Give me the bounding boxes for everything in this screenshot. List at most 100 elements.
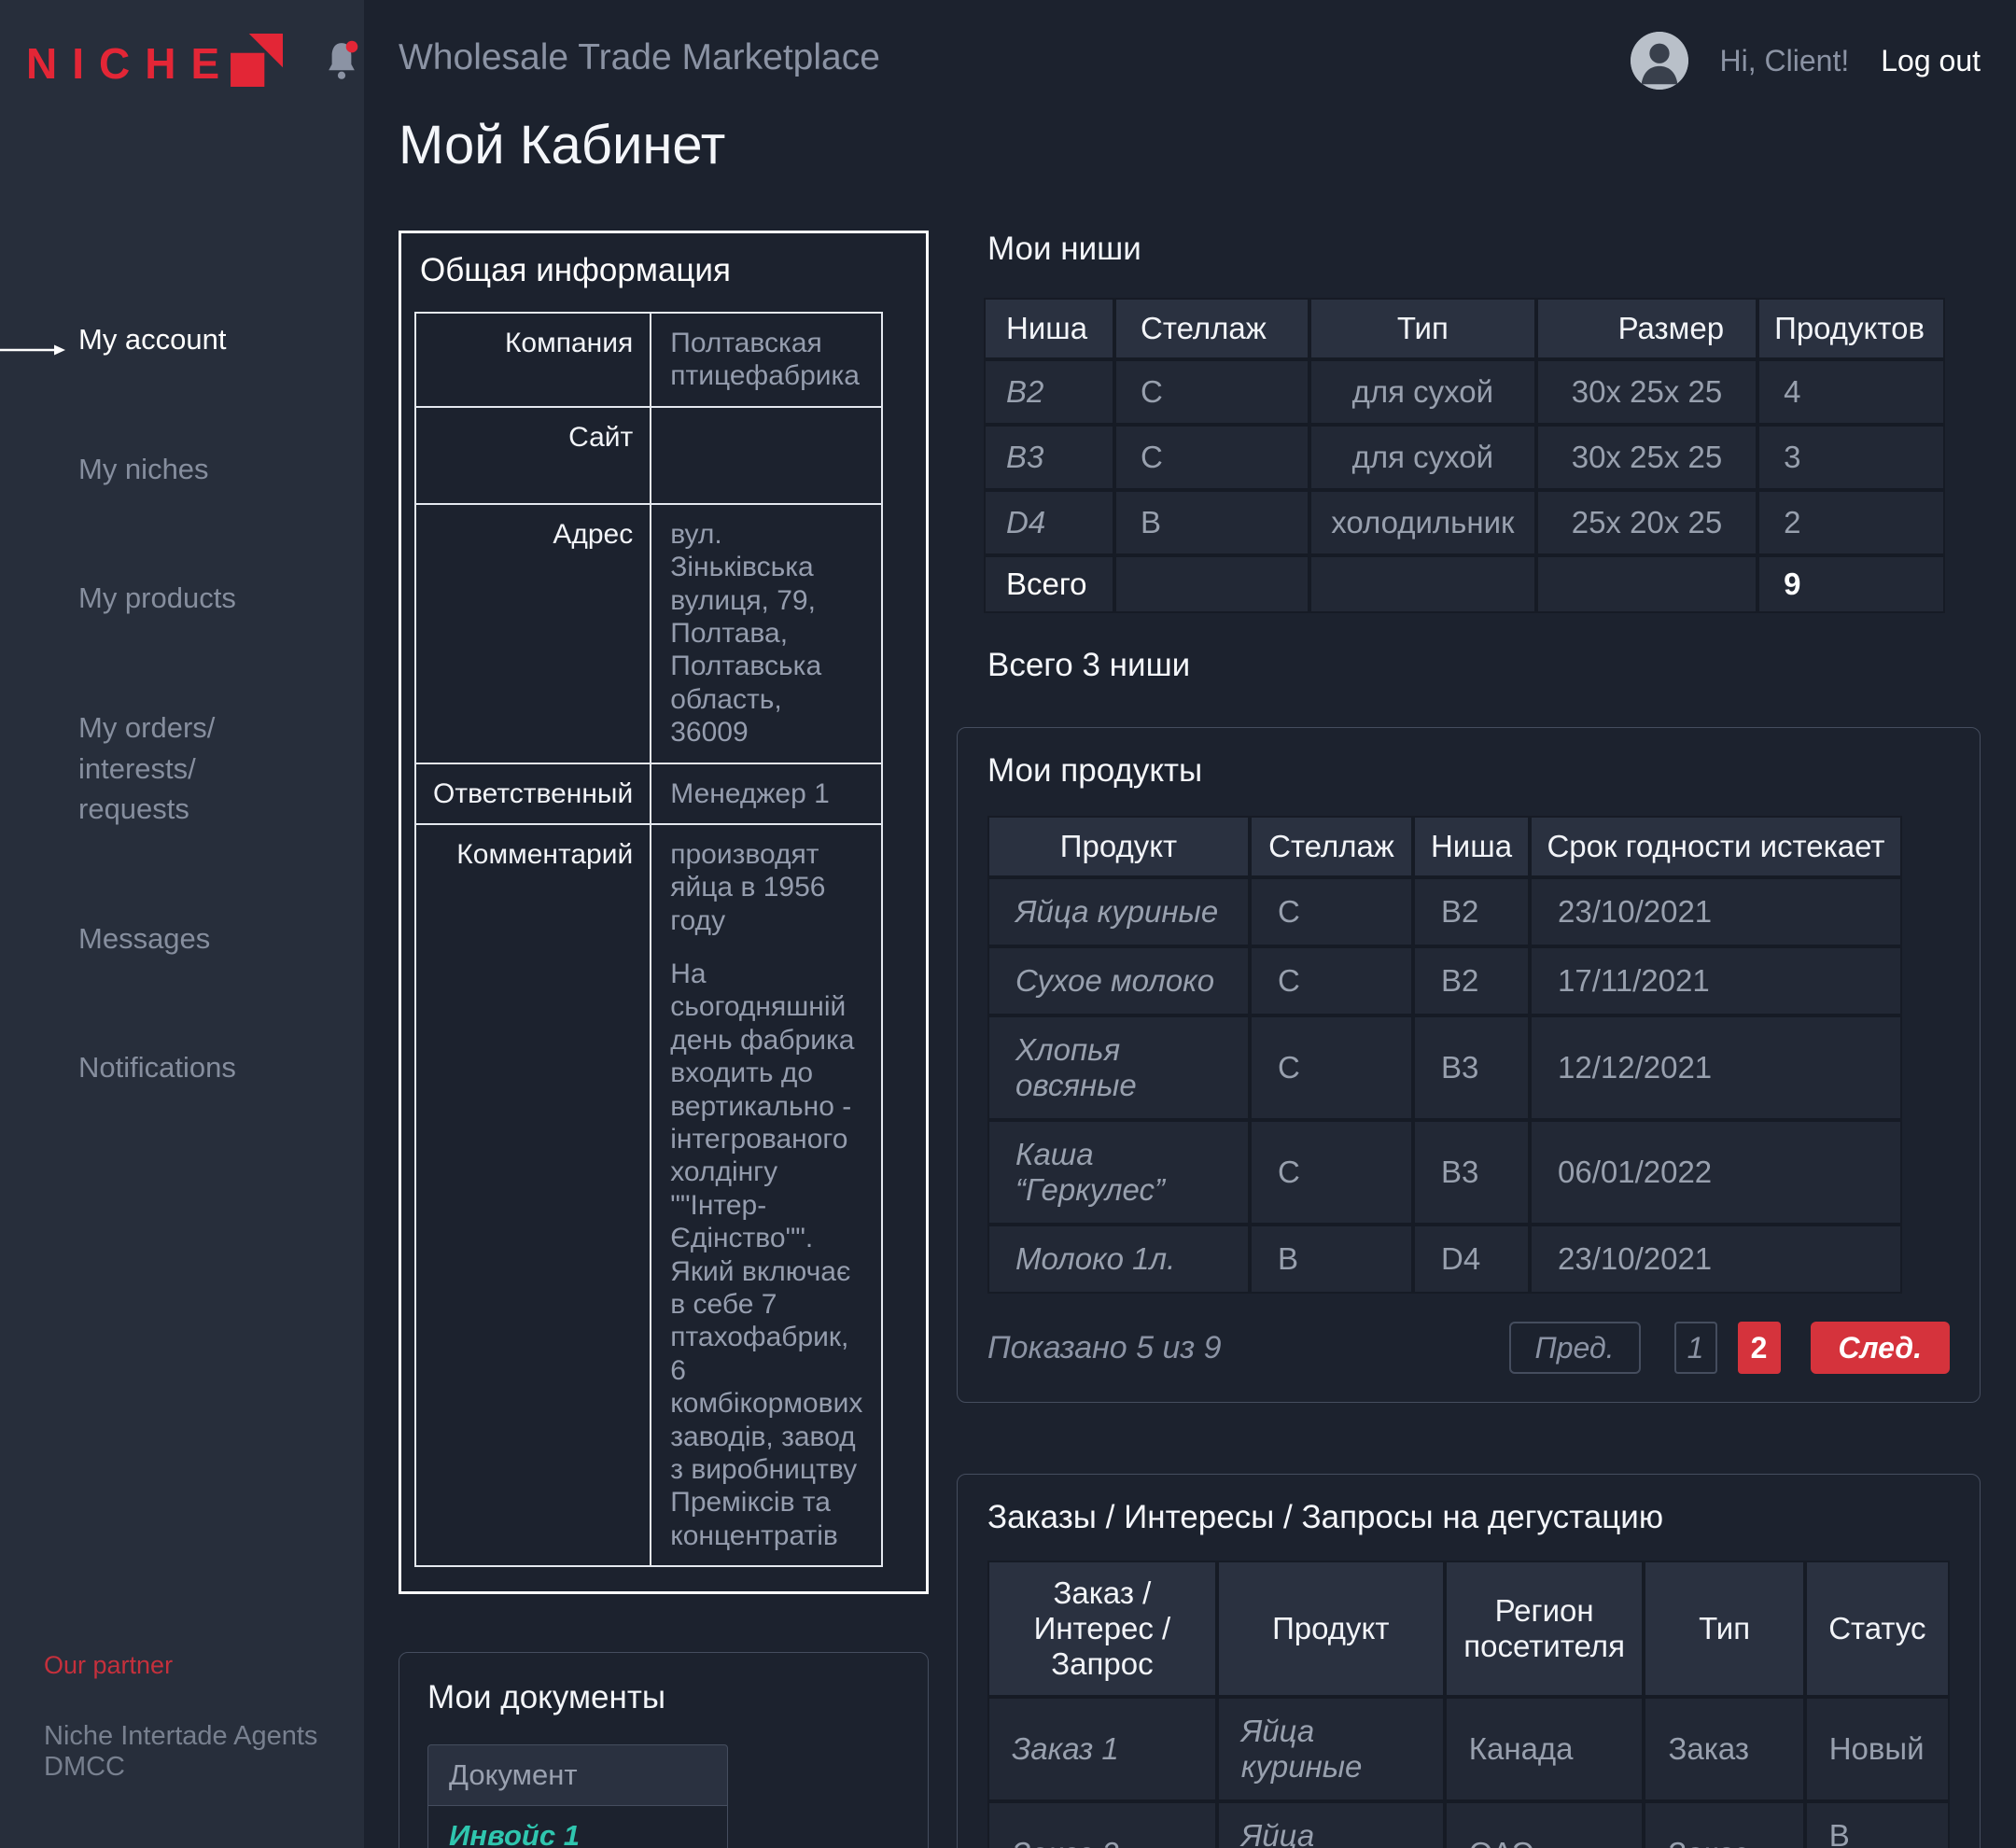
niche-link[interactable]: B2: [984, 359, 1114, 425]
next-page-button[interactable]: След.: [1811, 1322, 1950, 1374]
table-total-row: Всего 9: [984, 555, 1945, 613]
avatar[interactable]: [1631, 32, 1688, 90]
info-value-company: Полтавская птицефабрика: [651, 313, 882, 407]
sidebar-item-my-products[interactable]: My products: [0, 538, 364, 619]
cell-size: 30x 25x 25: [1536, 359, 1757, 425]
status-badge: В работе: [1805, 1801, 1950, 1848]
info-label-address: Адрес: [415, 504, 651, 763]
table-header-row: Заказ / Интерес / Запрос Продукт Регион …: [987, 1561, 1950, 1697]
logo[interactable]: NICHE: [0, 0, 364, 92]
sidebar-item-my-orders[interactable]: My orders/ interests/ requests: [0, 667, 364, 830]
table-row: Сухое молоко C B2 17/11/2021: [987, 946, 1902, 1015]
col-header-expiry: Срок годности истекает: [1530, 816, 1902, 877]
info-value-comment: производят яйца в 1956 году На сьогодняш…: [651, 824, 882, 1566]
products-title: Мои продукты: [987, 752, 1950, 790]
partner-label: Our partner: [44, 1651, 364, 1680]
cell-rack: C: [1114, 425, 1309, 490]
sidebar-item-notifications[interactable]: Notifications: [0, 1007, 364, 1088]
general-info-table: Компания Полтавская птицефабрика Сайт Ад…: [414, 312, 883, 1567]
product-link[interactable]: Сухое молоко: [987, 946, 1250, 1015]
documents-panel: Мои документы Документ Инвойс 1 Договор …: [399, 1652, 929, 1848]
cell-expiry-date: 23/10/2021: [1530, 1225, 1902, 1294]
logo-text: NICHE: [26, 42, 234, 85]
document-link-invoice[interactable]: Инвойс 1: [427, 1806, 728, 1848]
cell-region: ОАЭ: [1445, 1801, 1645, 1848]
table-row: B2 C для сухой 30x 25x 25 4: [984, 359, 1945, 425]
info-value-site: [651, 407, 882, 504]
orders-table: Заказ / Интерес / Запрос Продукт Регион …: [987, 1561, 1950, 1848]
prev-page-button[interactable]: Пред.: [1509, 1322, 1641, 1374]
table-row: Заказ 1 Яйца куриные Канада Заказ Новый: [987, 1697, 1950, 1801]
col-header-rack: Стеллаж: [1114, 298, 1309, 359]
topbar: Wholesale Trade Marketplace Hi, Client! …: [399, 37, 1981, 90]
client-cabinet-page: NICHE My account My niches: [0, 0, 2016, 1848]
product-link[interactable]: Хлопья овсяные: [987, 1015, 1250, 1120]
product-link[interactable]: Яйца куриные: [987, 877, 1250, 946]
bell-icon[interactable]: [324, 40, 359, 86]
total-label: Всего: [984, 555, 1114, 613]
order-link[interactable]: Заказ 1: [987, 1697, 1217, 1801]
products-pagination-row: Показано 5 из 9 Пред. 1 2 След.: [987, 1322, 1950, 1374]
content-columns: Общая информация Компания Полтавская пти…: [399, 231, 1981, 1848]
col-header-niche: Ниша: [1413, 816, 1530, 877]
general-info-title: Общая информация: [414, 252, 913, 289]
cell-products-count: 4: [1757, 359, 1945, 425]
page-2-button[interactable]: 2: [1738, 1322, 1781, 1374]
product-link[interactable]: Каша “Геркулес”: [987, 1120, 1250, 1225]
info-value-manager: Менеджер 1: [651, 763, 882, 824]
product-link[interactable]: Яйца куриные: [1217, 1697, 1445, 1801]
sidebar-item-label: My products: [78, 581, 236, 614]
notification-dot: [346, 41, 358, 53]
cell-expiry-date: 06/01/2022: [1530, 1120, 1902, 1225]
col-header-rack: Стеллаж: [1250, 816, 1413, 877]
niche-link[interactable]: B3: [984, 425, 1114, 490]
cell-rack: B: [1114, 490, 1309, 555]
empty-cell: [1114, 555, 1309, 613]
table-row: Заказ 2 Яйца куриные ОАЭ Заказ В работе: [987, 1801, 1950, 1848]
comment-paragraph: На сьогодняшній день фабрика входить до …: [670, 958, 862, 1552]
order-link[interactable]: Заказ 2: [987, 1801, 1217, 1848]
app-title: Wholesale Trade Marketplace: [399, 37, 880, 78]
table-row: Яйца куриные C B2 23/10/2021: [987, 877, 1902, 946]
products-panel: Мои продукты Продукт Стеллаж Ниша Срок г…: [957, 727, 1981, 1403]
sidebar-item-label: My niches: [78, 453, 209, 485]
products-shown-count: Показано 5 из 9: [987, 1330, 1222, 1366]
sidebar-item-messages[interactable]: Messages: [0, 877, 364, 959]
niches-title: Мои ниши: [957, 231, 1981, 268]
sidebar-item-label: Messages: [78, 922, 210, 955]
comment-paragraph: производят яйца в 1956 году: [670, 838, 862, 937]
general-info-panel: Общая информация Компания Полтавская пти…: [399, 231, 929, 1594]
sidebar-item-my-account[interactable]: My account: [0, 238, 364, 359]
product-link[interactable]: Яйца куриные: [1217, 1801, 1445, 1848]
table-row: B3 C для сухой 30x 25x 25 3: [984, 425, 1945, 490]
products-pagination: Пред. 1 2 След.: [1509, 1322, 1950, 1374]
table-header-row: Ниша Стеллаж Тип Размер Продуктов: [984, 298, 1945, 359]
col-header-type: Тип: [1309, 298, 1536, 359]
niche-link[interactable]: D4: [984, 490, 1114, 555]
col-header-order-interest-request: Заказ / Интерес / Запрос: [987, 1561, 1217, 1697]
table-row: Хлопья овсяные C B3 12/12/2021: [987, 1015, 1902, 1120]
user-cluster: Hi, Client! Log out: [1631, 32, 1981, 90]
cell-rack: C: [1114, 359, 1309, 425]
info-label-manager: Ответственный: [415, 763, 651, 824]
arrow-up-right-icon: [229, 34, 283, 92]
col-header-product: Продукт: [987, 816, 1250, 877]
table-row: Сайт: [415, 407, 882, 504]
niches-table: Ниша Стеллаж Тип Размер Продуктов B2 C д…: [984, 298, 1945, 613]
cell-expiry-date: 12/12/2021: [1530, 1015, 1902, 1120]
sidebar-item-my-niches[interactable]: My niches: [0, 408, 364, 489]
table-row: D4 B холодильник 25x 20x 25 2: [984, 490, 1945, 555]
info-label-company: Компания: [415, 313, 651, 407]
col-header-product: Продукт: [1217, 1561, 1445, 1697]
orders-panel: Заказы / Интересы / Запросы на дегустаци…: [957, 1474, 1981, 1848]
user-greeting: Hi, Client!: [1720, 44, 1850, 78]
sidebar-item-label: My orders/ interests/ requests: [78, 711, 215, 825]
table-row: Компания Полтавская птицефабрика: [415, 313, 882, 407]
partner-name: Niche Intertade Agents DMCC: [44, 1721, 364, 1783]
cell-type: для сухой: [1309, 425, 1536, 490]
page-1-button[interactable]: 1: [1674, 1322, 1717, 1374]
product-link[interactable]: Молоко 1л.: [987, 1225, 1250, 1294]
logout-button[interactable]: Log out: [1881, 44, 1981, 78]
sidebar-nav: My account My niches My products My orde…: [0, 238, 364, 1088]
col-header-status: Статус: [1805, 1561, 1950, 1697]
